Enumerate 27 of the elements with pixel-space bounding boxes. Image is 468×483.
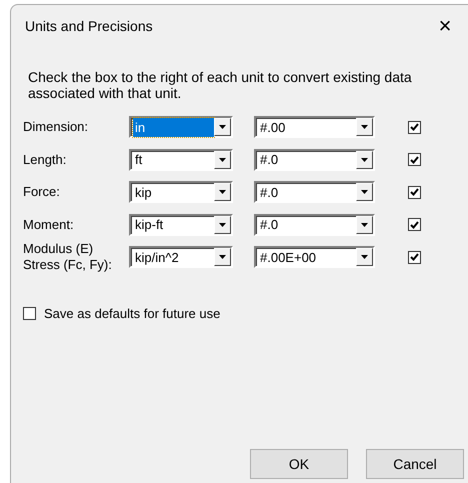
field-label: Force:	[22, 184, 61, 200]
field-label: Moment:	[22, 216, 75, 233]
instructions-text: Check the box to the right of each unit to convert existing data associated with that unit.	[28, 69, 413, 101]
field-label: Dimension:	[22, 119, 90, 136]
field-label: Length:	[22, 152, 68, 168]
window-title: Units and Precisions	[25, 16, 153, 36]
precision-dropdown[interactable]: #.00	[254, 116, 375, 138]
precision-dropdown[interactable]: #.00E+00	[254, 246, 375, 268]
field-label: Modulus (E) Stress (Fc, Fy):	[22, 241, 113, 274]
precision-dropdown[interactable]: #.0	[254, 214, 375, 236]
convert-checkbox[interactable]	[408, 250, 421, 264]
save-defaults-checkbox[interactable]	[23, 306, 36, 320]
checkbox-label[interactable]: Save as defaults for future use	[44, 304, 220, 323]
unit-dropdown[interactable]: ft	[129, 148, 233, 171]
unit-dropdown[interactable]: kip/in^2	[129, 246, 233, 268]
unit-dropdown[interactable]: kip	[129, 181, 233, 204]
convert-checkbox[interactable]	[408, 153, 421, 166]
precision-dropdown[interactable]: #.0	[254, 148, 375, 171]
convert-checkbox[interactable]	[408, 186, 421, 199]
unit-dropdown[interactable]: in	[129, 116, 233, 138]
cancel-button[interactable]: Cancel	[366, 449, 464, 479]
convert-checkbox[interactable]	[408, 120, 421, 134]
convert-checkbox[interactable]	[408, 218, 421, 232]
close-button[interactable]: ×	[422, 5, 468, 47]
precision-dropdown[interactable]: #.0	[254, 181, 375, 204]
unit-dropdown[interactable]: kip-ft	[129, 214, 233, 236]
ok-button[interactable]: OK	[250, 449, 348, 479]
